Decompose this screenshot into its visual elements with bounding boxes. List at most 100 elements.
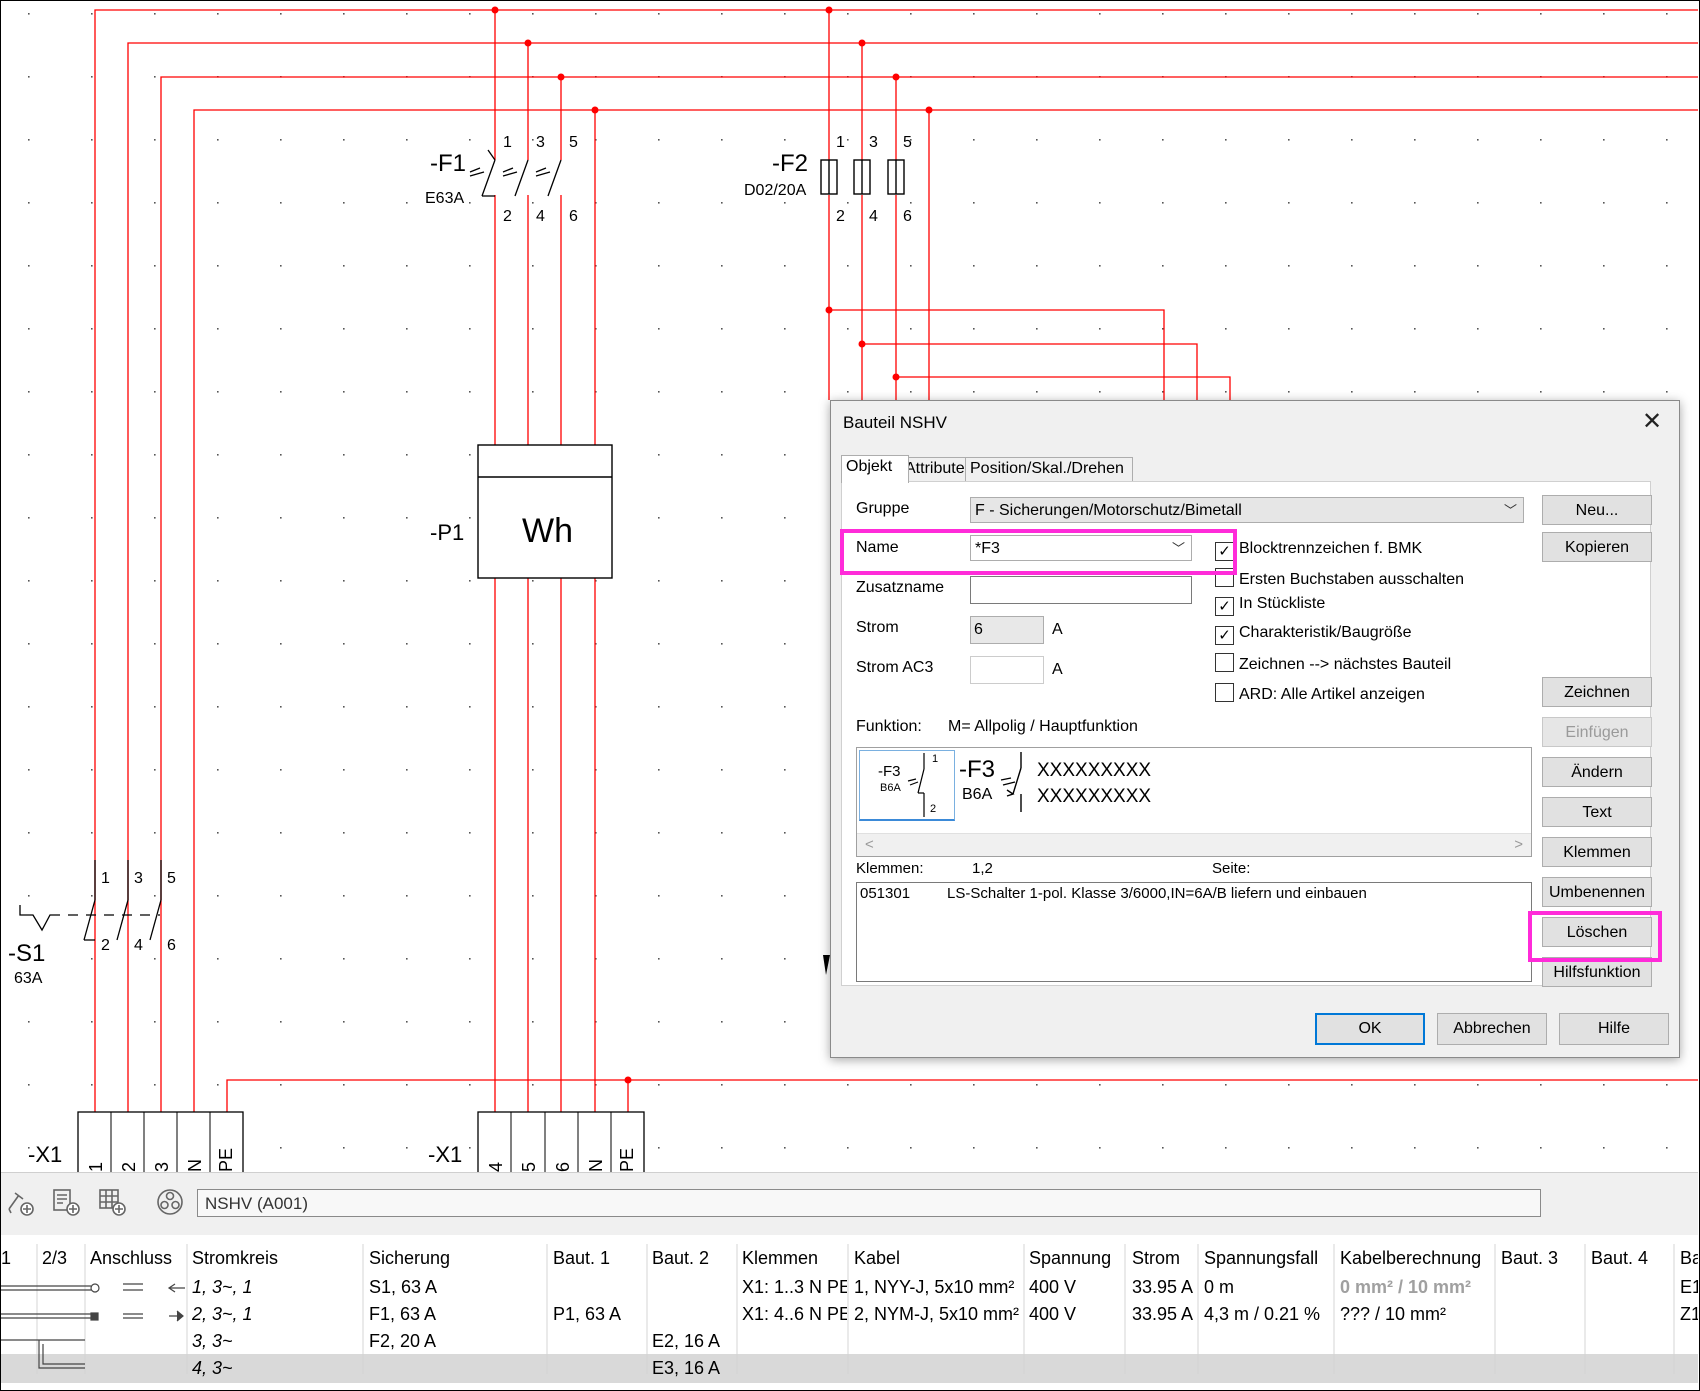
s1-name: -S1: [8, 940, 46, 967]
tab-attribute[interactable]: Attribute: [900, 457, 974, 482]
add-table-icon[interactable]: [97, 1187, 127, 1217]
x1-terminal-label: 1: [86, 1161, 106, 1172]
x1-terminal-label: 2: [119, 1161, 139, 1172]
loeschen-button[interactable]: Löschen: [1542, 917, 1652, 947]
close-icon[interactable]: ✕: [1637, 407, 1667, 437]
breaker-icon: [1000, 752, 1022, 812]
abbrechen-button[interactable]: Abbrechen: [1437, 1013, 1547, 1045]
zeichnen-button[interactable]: Zeichnen: [1542, 677, 1652, 707]
f2-terminal: 5: [903, 134, 912, 151]
symbol-preview[interactable]: -F3 B6A 1 2 -F3 B6A XXXXXXXXX XXXXXXXXX …: [856, 747, 1532, 857]
path-field[interactable]: NSHV (A001): [197, 1189, 1541, 1217]
article-description: LS-Schalter 1-pol. Klasse 3/6000,IN=6A/B…: [947, 885, 1367, 902]
symbol-preview-selected[interactable]: -F3 B6A 1 2: [859, 750, 955, 821]
s1-terminal: 1: [101, 870, 110, 887]
s1-terminal: 6: [167, 937, 176, 954]
einfuegen-button[interactable]: Einfügen: [1542, 717, 1652, 747]
hilfe-button[interactable]: Hilfe: [1559, 1013, 1669, 1045]
table-gridlines: [36, 1244, 1675, 1374]
neu-button[interactable]: Neu...: [1542, 495, 1652, 525]
article-list[interactable]: 051301 LS-Schalter 1-pol. Klasse 3/6000,…: [856, 882, 1532, 982]
seite-label: Seite:: [1212, 860, 1251, 877]
p1-name: -P1: [430, 520, 465, 545]
checkbox-box: [1215, 683, 1234, 702]
x1-terminal-label: N: [185, 1159, 205, 1172]
strom-input[interactable]: 6: [970, 616, 1044, 644]
f1-name: -F1: [430, 150, 466, 177]
text-button[interactable]: Text: [1542, 797, 1652, 827]
tab-objekt[interactable]: Objekt: [841, 455, 909, 483]
chevron-right-icon[interactable]: >: [1514, 836, 1523, 853]
bottom-toolbar: NSHV (A001): [1, 1172, 1698, 1235]
funktion-value: M= Allpolig / Hauptfunktion: [948, 718, 1138, 735]
add-list-icon[interactable]: [51, 1187, 81, 1217]
checkbox-box: ✓: [1215, 626, 1234, 645]
dialog-title: Bauteil NSHV: [843, 413, 947, 432]
f1-terminal: 1: [503, 134, 512, 151]
gruppe-select[interactable]: F - Sicherungen/Motorschutz/Bimetall ﹀: [970, 497, 1524, 523]
name-label: Name: [856, 539, 899, 556]
klemmen-label: Klemmen:: [856, 860, 924, 877]
p1-meter-label: Wh: [522, 512, 573, 550]
name-combo[interactable]: *F3 ﹀: [970, 535, 1192, 561]
aendern-button[interactable]: Ändern: [1542, 757, 1652, 787]
checkbox-label: Blocktrennzeichen f. BMK: [1239, 540, 1423, 557]
kopieren-button[interactable]: Kopieren: [1542, 532, 1652, 562]
strom-ac3-input[interactable]: [970, 656, 1044, 684]
in-stueckliste-checkbox[interactable]: ✓ In Stückliste: [1215, 595, 1325, 616]
objekt-panel: Gruppe F - Sicherungen/Motorschutz/Bimet…: [841, 481, 1651, 986]
preview-scrollbar[interactable]: < >: [857, 833, 1531, 856]
ersten-buchstaben-checkbox[interactable]: Ersten Buchstaben ausschalten: [1215, 568, 1464, 589]
ard-alle-artikel-checkbox[interactable]: ARD: Alle Artikel anzeigen: [1215, 683, 1425, 704]
preview-text-line: XXXXXXXXX: [1037, 786, 1152, 807]
x1-terminal-label: 4: [486, 1161, 506, 1172]
checkbox-box: ✓: [1215, 597, 1234, 616]
add-component-icon[interactable]: [5, 1187, 35, 1217]
f2-rating: D02/20A: [744, 182, 807, 199]
hilfsfunktion-button[interactable]: Hilfsfunktion: [1542, 957, 1652, 987]
strom-label: Strom: [856, 619, 899, 636]
f1-terminal: 5: [569, 134, 578, 151]
checkbox-label: In Stückliste: [1239, 595, 1326, 612]
tab-position[interactable]: Position/Skal./Drehen: [965, 457, 1133, 482]
zusatzname-input[interactable]: [970, 576, 1192, 604]
checkbox-box: ✓: [1215, 542, 1234, 561]
f1-terminal: 2: [503, 208, 512, 225]
list-item[interactable]: 051301 LS-Schalter 1-pol. Klasse 3/6000,…: [857, 885, 1531, 907]
s1-terminal: 2: [101, 937, 110, 954]
checkbox-label: ARD: Alle Artikel anzeigen: [1239, 686, 1425, 703]
klemmen-button[interactable]: Klemmen: [1542, 837, 1652, 867]
f1-terminal: 4: [536, 208, 545, 225]
checkbox-box: [1215, 653, 1234, 672]
f2-terminal: 2: [836, 208, 845, 225]
umbenennen-button[interactable]: Umbenennen: [1542, 877, 1652, 907]
x1-terminal-label: PE: [617, 1147, 637, 1172]
chevron-left-icon[interactable]: <: [865, 836, 874, 853]
x1-terminal-label: 6: [553, 1161, 573, 1172]
f2-name: -F2: [772, 150, 808, 177]
klemmen-value: 1,2: [972, 860, 993, 877]
x1-right-name: -X1: [428, 1142, 463, 1167]
f1-terminal: 3: [536, 134, 545, 151]
circuit-table-panel: NSHV (A001) 1 2/3 Anschluss Stromkreis S…: [1, 1172, 1698, 1389]
f2-terminal: 3: [869, 134, 878, 151]
zusatzname-label: Zusatzname: [856, 579, 945, 596]
zeichnen-naechstes-checkbox[interactable]: Zeichnen --> nächstes Bauteil: [1215, 653, 1451, 674]
checkbox-label: Ersten Buchstaben ausschalten: [1239, 571, 1465, 588]
s1-terminal: 4: [134, 937, 143, 954]
f2-terminal: 4: [869, 208, 878, 225]
chevron-down-icon: ﹀: [1503, 503, 1517, 518]
funktion-label: Funktion:: [856, 718, 922, 735]
x1-left-name: -X1: [28, 1142, 63, 1167]
s1-terminal: 5: [167, 870, 176, 887]
ok-button[interactable]: OK: [1315, 1013, 1425, 1045]
charakteristik-checkbox[interactable]: ✓ Charakteristik/Baugröße: [1215, 624, 1412, 645]
f2-fuse-symbol[interactable]: [820, 159, 905, 195]
f2-terminal: 6: [903, 208, 912, 225]
blocktrennzeichen-checkbox[interactable]: ✓ Blocktrennzeichen f. BMK: [1215, 540, 1422, 561]
strom-ac3-label: Strom AC3: [856, 659, 934, 676]
checkbox-box: [1215, 568, 1234, 587]
components-icon[interactable]: [155, 1187, 185, 1217]
gruppe-label: Gruppe: [856, 500, 910, 517]
s1-terminal: 3: [134, 870, 143, 887]
